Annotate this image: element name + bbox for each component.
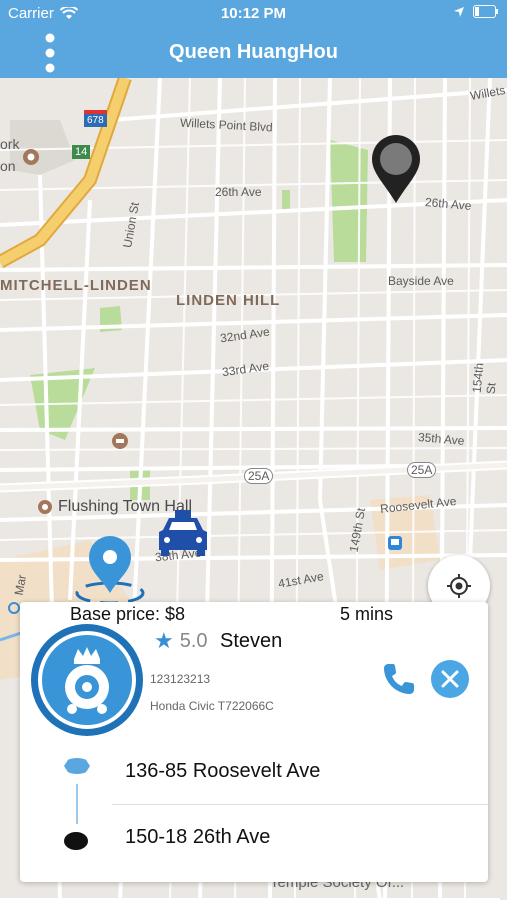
map-label-linden-hill: LINDEN HILL	[176, 292, 281, 309]
map-label-route-14-shield: 14	[72, 145, 91, 159]
status-right	[453, 5, 499, 18]
driver-avatar	[31, 624, 143, 736]
driver-name: Steven	[220, 630, 283, 652]
transit-icon	[388, 536, 402, 550]
status-bar: Carrier 10:12 PM	[0, 0, 507, 28]
crosshair-icon	[447, 574, 471, 598]
phone-icon	[384, 664, 414, 694]
location-dot-icon	[8, 602, 20, 614]
route-connector	[76, 784, 78, 824]
status-time: 10:12 PM	[220, 5, 287, 22]
map-label-i678-shield: 678	[84, 110, 107, 127]
eta: 5 mins	[340, 604, 394, 624]
map-label-route-25a-right: 25A	[407, 462, 437, 478]
pickup-address[interactable]: 136-85 Roosevelt Ave	[125, 760, 320, 783]
poi-circle-icon	[23, 149, 39, 165]
poi-icon	[38, 500, 52, 514]
route-divider	[112, 804, 488, 805]
route-section: 136-85 Roosevelt Ave 150-18 26th Ave	[20, 742, 488, 882]
avatar-inner	[38, 631, 136, 729]
close-icon	[441, 670, 459, 688]
map-label-mitchell-linden: MITCHELL-LINDEN	[0, 277, 152, 294]
star-icon: ★	[154, 628, 174, 653]
pickup-marker-icon	[64, 758, 90, 774]
page-title: Queen HuangHou	[169, 41, 338, 63]
map-label-154th-st: 154th St	[469, 362, 499, 395]
battery-icon	[473, 5, 498, 18]
map-label-26th-ave-left: 26th Ave	[215, 185, 262, 199]
location-arrow-icon	[454, 6, 464, 17]
base-price: Base price: $8	[70, 604, 186, 624]
map-label-york-fragment: ork	[0, 136, 20, 152]
taxi-car-icon	[159, 510, 207, 556]
driver-info-card: Base price: $8 5 mins ★ 5.0 Steven 12312…	[20, 602, 488, 882]
dropoff-address[interactable]: 150-18 26th Ave	[125, 826, 270, 849]
map-label-route-25a-left: 25A	[244, 468, 274, 484]
destination-pin-icon[interactable]	[370, 133, 422, 205]
school-icon	[112, 433, 128, 449]
map-label-bayside-ave: Bayside Ave	[388, 274, 454, 288]
driver-phone: 123123213	[150, 672, 211, 686]
nav-bar: Queen HuangHou	[0, 28, 507, 78]
map-label-on-fragment: on	[0, 158, 16, 174]
call-button[interactable]	[380, 658, 420, 698]
rating-value: 5.0	[179, 629, 208, 652]
crown-logo-icon	[65, 647, 109, 714]
dropoff-marker-icon	[64, 832, 88, 850]
cancel-ride-button[interactable]	[431, 660, 469, 698]
driver-car: Honda Civic T722066C	[150, 699, 274, 713]
pickup-pin-icon[interactable]	[75, 533, 145, 603]
driver-rating: ★ 5.0	[154, 628, 208, 654]
